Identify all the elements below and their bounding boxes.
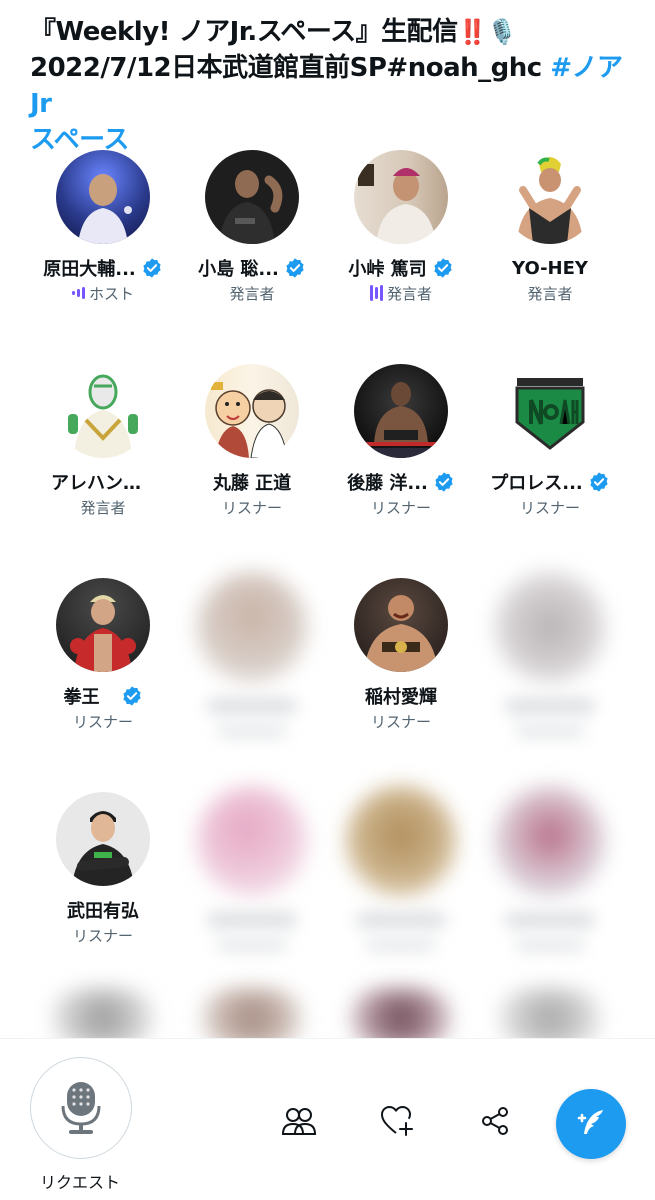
verified-badge-icon — [286, 258, 304, 278]
participant-role: リスナー — [519, 498, 580, 517]
participant-role: リスナー — [72, 926, 133, 945]
avatar — [56, 364, 150, 458]
avatar — [56, 150, 150, 244]
participant-name: アレハンドロ — [51, 473, 155, 494]
avatar — [495, 572, 605, 682]
compose-button[interactable] — [556, 1089, 626, 1159]
avatar — [346, 786, 456, 896]
participant-role: ホスト — [88, 284, 134, 303]
participant-name: 稲村愛輝 — [365, 687, 437, 708]
participant-role: リスナー — [370, 498, 431, 517]
space-title: 『Weekly! ノアJr.スペース』生配信‼️🎙️ 2022/7/12日本武道… — [30, 14, 640, 158]
participant-listener[interactable]: 稲村愛輝 リスナー — [326, 578, 476, 732]
participant-role: 発言者 — [386, 284, 432, 303]
request-mic-button[interactable] — [30, 1057, 132, 1159]
participant-name: 丸藤 正道 — [212, 473, 292, 494]
microphone-icon — [61, 1082, 101, 1134]
participant-name: 武田有弘 — [67, 901, 139, 922]
participant-blurred[interactable] — [177, 572, 327, 742]
verified-badge-icon — [435, 472, 453, 492]
participant-host[interactable]: 原田大輔... ホスト — [28, 150, 178, 304]
title-line1: 『Weekly! ノアJr.スペース』生配信 — [30, 17, 458, 47]
share-icon — [482, 1107, 508, 1135]
participant-speaker[interactable]: YO-HEY 発言者 — [475, 150, 625, 304]
avatar — [197, 572, 307, 682]
avatar — [503, 364, 597, 458]
participant-speaker[interactable]: アレハンドロ 発言者 — [28, 364, 178, 518]
participant-name: YO-HEY — [512, 257, 588, 279]
bottom-bar: リクエスト — [0, 1039, 655, 1200]
participant-speaker[interactable]: 小島 聡... 発言者 — [177, 150, 327, 304]
participant-blurred[interactable] — [475, 786, 625, 956]
people-icon — [281, 1108, 317, 1135]
participant-blurred[interactable] — [475, 572, 625, 742]
participant-name: 拳王 — [63, 687, 100, 708]
avatar — [197, 786, 307, 896]
participants-button[interactable] — [279, 1101, 319, 1141]
speaking-indicator-icon — [369, 285, 383, 301]
participant-role: 発言者 — [229, 284, 275, 303]
participant-name: 小島 聡... — [198, 259, 279, 280]
avatar — [205, 150, 299, 244]
participant-listener[interactable]: 拳王 リスナー — [28, 578, 178, 732]
verified-badge-icon — [143, 258, 161, 278]
microphone-emoji: 🎙️ — [487, 18, 517, 46]
avatar — [56, 578, 150, 672]
request-label: リクエスト — [39, 1173, 120, 1192]
participant-listener[interactable]: 武田有弘 リスナー — [28, 792, 178, 946]
participant-role: リスナー — [221, 498, 282, 517]
participant-name: 原田大輔... — [43, 259, 136, 280]
compose-plus-icon — [577, 1110, 603, 1134]
heart-plus-icon — [381, 1106, 413, 1136]
verified-badge-icon — [590, 472, 608, 492]
avatar — [503, 150, 597, 244]
title-line2: 2022/7/12日本武道館直前SP#noah_ghc — [30, 53, 551, 83]
avatar — [495, 786, 605, 896]
double-exclamation-emoji: ‼️ — [457, 18, 488, 46]
avatar — [354, 578, 448, 672]
speaking-indicator-icon — [71, 285, 85, 301]
noah-logo-icon — [515, 378, 585, 450]
participant-listener[interactable]: 丸藤 正道 リスナー — [177, 364, 327, 518]
participant-listener[interactable]: 後藤 洋... リスナー — [326, 364, 476, 518]
avatar — [354, 150, 448, 244]
participant-name: プロレス... — [490, 473, 583, 494]
avatar — [56, 792, 150, 886]
participant-name: 後藤 洋... — [347, 473, 428, 494]
participant-role: 発言者 — [527, 284, 573, 303]
participant-blurred[interactable] — [177, 786, 327, 956]
avatar — [354, 364, 448, 458]
share-button[interactable] — [475, 1101, 515, 1141]
participant-role: リスナー — [72, 712, 133, 731]
participant-blurred[interactable] — [326, 786, 476, 956]
participant-speaker[interactable]: 小峠 篤司 発言者 — [326, 150, 476, 304]
verified-badge-icon — [122, 686, 141, 706]
participant-name: 小峠 篤司 — [348, 259, 427, 280]
react-button[interactable] — [377, 1101, 417, 1141]
participant-role: リスナー — [370, 712, 431, 731]
participant-listener[interactable]: プロレス... リスナー — [475, 364, 625, 518]
verified-badge-icon — [434, 258, 452, 278]
avatar — [205, 364, 299, 458]
participant-role: 発言者 — [80, 498, 126, 517]
